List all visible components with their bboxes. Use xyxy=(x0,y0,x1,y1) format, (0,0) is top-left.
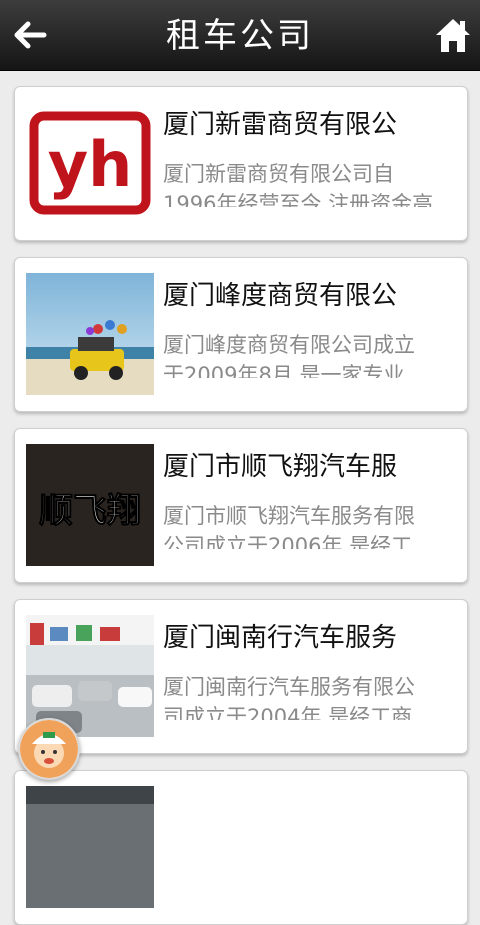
company-card[interactable]: 厦门闽南行汽车服务 厦门闽南行汽车服务有限公 司成立于2004年,是经工商 xyxy=(14,599,468,754)
assistant-button[interactable] xyxy=(18,718,80,780)
company-description: 厦门新雷商贸有限公司自 1996年经营至今,注册资金高 xyxy=(163,162,434,207)
company-description: 厦门峰度商贸有限公司成立 于2009年8月,是一家专业 xyxy=(163,333,415,378)
home-button[interactable] xyxy=(432,14,474,56)
company-photo xyxy=(26,273,154,395)
svg-text:yh: yh xyxy=(48,128,133,201)
company-card[interactable]: 顺飞翔 厦门市顺飞翔汽车服 厦门市顺飞翔汽车服务有限 公司成立于2006年,是经… xyxy=(14,428,468,583)
company-name: 厦门峰度商贸有限公 xyxy=(163,281,398,311)
page-title: 租车公司 xyxy=(166,16,314,56)
company-name: 厦门闽南行汽车服务 xyxy=(163,623,398,653)
svg-text:顺飞翔: 顺飞翔 xyxy=(39,491,141,531)
company-card[interactable]: 厦门峰度商贸有限公 厦门峰度商贸有限公司成立 于2009年8月,是一家专业 xyxy=(14,257,468,412)
app-header: 租车公司 xyxy=(0,0,480,71)
company-logo: 顺飞翔 xyxy=(26,444,154,566)
company-description: 厦门市顺飞翔汽车服务有限 公司成立于2006年,是经工 xyxy=(163,504,415,549)
assistant-avatar-icon xyxy=(20,720,78,778)
company-card[interactable] xyxy=(14,770,468,925)
company-name: 厦门市顺飞翔汽车服 xyxy=(163,452,398,482)
company-photo xyxy=(26,786,154,908)
company-description: 厦门闽南行汽车服务有限公 司成立于2004年,是经工商 xyxy=(163,675,415,720)
company-name: 厦门新雷商贸有限公 xyxy=(163,110,398,140)
company-logo: yh xyxy=(26,102,154,224)
home-icon xyxy=(436,19,470,52)
company-card[interactable]: yh 厦门新雷商贸有限公 厦门新雷商贸有限公司自 1996年经营至今,注册资金高 xyxy=(14,86,468,241)
